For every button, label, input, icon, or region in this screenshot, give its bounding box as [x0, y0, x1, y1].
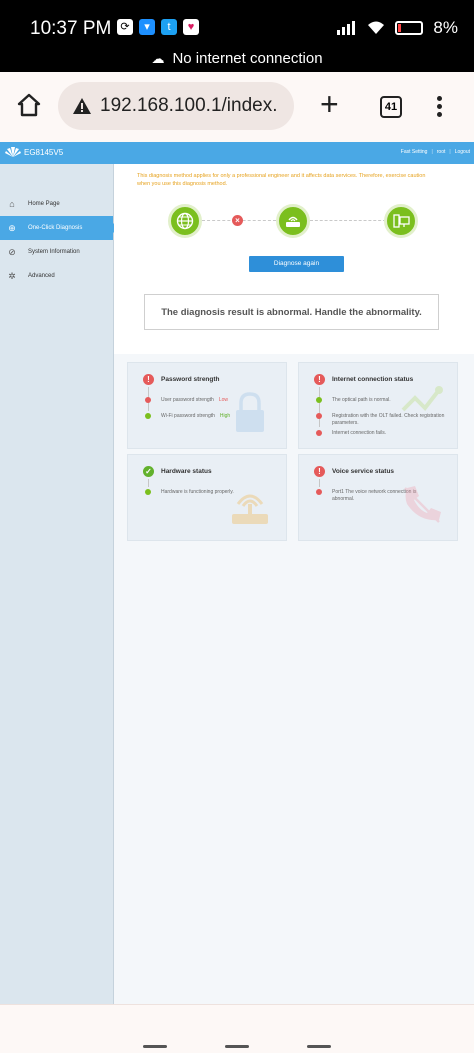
- sidebar-item-label: System Information: [28, 249, 80, 255]
- top-navigation: EG8145V5 Fast Setting | root | Logout: [0, 142, 474, 164]
- internet-connection-card: ! Internet connection status The optical…: [298, 362, 458, 449]
- connection-error-icon: ×: [232, 215, 243, 226]
- diagnose-again-button[interactable]: Diagnose again: [249, 256, 344, 272]
- sidebar-item-system-info[interactable]: ⊘ System Information: [0, 240, 113, 264]
- error-icon: !: [314, 374, 325, 385]
- error-icon: !: [314, 466, 325, 477]
- status-dot: [316, 489, 322, 495]
- home-button[interactable]: [225, 1045, 249, 1048]
- computer-icon: [384, 204, 418, 238]
- router-hardware-icon: [232, 494, 268, 524]
- new-tab-button[interactable]: +: [320, 88, 339, 120]
- diagnosis-panel: This diagnosis method applies for only a…: [114, 164, 474, 354]
- overflow-menu-icon[interactable]: [434, 96, 444, 120]
- router-page: EG8145V5 Fast Setting | root | Logout ⌂ …: [0, 142, 474, 1004]
- twitter-icon: t: [161, 19, 177, 35]
- status-row: Hardware is functioning properly.: [145, 489, 234, 495]
- check-icon: ✓: [143, 466, 154, 477]
- main-content: This diagnosis method applies for only a…: [114, 164, 474, 1004]
- battery-level: 8%: [433, 18, 458, 37]
- user-link[interactable]: root: [437, 149, 446, 155]
- phone-icon: [404, 486, 441, 523]
- header-links: Fast Setting | root | Logout: [401, 149, 470, 155]
- connection-path-icon: [401, 386, 443, 412]
- not-secure-warning-icon[interactable]: [72, 97, 92, 115]
- heart-icon: ♥: [183, 19, 199, 35]
- row-label: The optical path is normal.: [332, 397, 391, 403]
- huawei-logo: EG8145V5: [5, 147, 63, 157]
- huawei-logo-icon: [5, 147, 21, 157]
- no-internet-banner: ☁ No internet connection: [0, 50, 474, 67]
- recents-button[interactable]: [143, 1045, 167, 1048]
- warning-notice: This diagnosis method applies for only a…: [137, 173, 426, 187]
- sidebar-item-home[interactable]: ⌂ Home Page: [0, 192, 113, 216]
- sidebar-item-label: Advanced: [28, 273, 55, 279]
- home-icon: ⌂: [9, 199, 15, 209]
- fast-setting-link[interactable]: Fast Setting: [401, 149, 428, 155]
- device-model: EG8145V5: [24, 147, 64, 157]
- status-dot: [316, 397, 322, 403]
- error-icon: !: [143, 374, 154, 385]
- internet-globe-icon: [168, 204, 202, 238]
- sidebar-item-advanced[interactable]: ✲ Advanced: [0, 264, 113, 288]
- no-internet-text: No internet connection: [172, 50, 323, 67]
- hardware-status-card: ✓ Hardware status Hardware is functionin…: [127, 454, 287, 541]
- row-label: Hardware is functioning properly.: [161, 489, 234, 495]
- home-icon[interactable]: [16, 92, 42, 118]
- logout-link[interactable]: Logout: [455, 149, 470, 155]
- flow-line: [310, 220, 386, 221]
- status-row: Internet connection fails.: [316, 430, 446, 436]
- lock-icon: [236, 392, 264, 432]
- row-label: User password strength: [161, 397, 214, 403]
- browser-toolbar: 192.168.100.1/index. + 41: [0, 72, 474, 140]
- strength-value-low: Low: [218, 397, 228, 403]
- row-label: Internet connection fails.: [332, 430, 387, 436]
- notification-icons: ⟳ ▾ t ♥: [117, 19, 199, 35]
- cloud-off-icon: ☁: [151, 51, 165, 66]
- signal-icon: [337, 21, 356, 35]
- wifi-icon: [368, 21, 385, 34]
- status-row: Wi-Fi password strength High: [145, 413, 230, 419]
- card-title: Password strength: [161, 376, 220, 383]
- status-cards: ! Password strength User password streng…: [114, 354, 474, 1004]
- battery-icon: [395, 21, 424, 35]
- status-row: User password strength Low: [145, 397, 228, 403]
- system-indicators: 8%: [337, 18, 458, 38]
- tab-switcher-button[interactable]: 41: [380, 96, 402, 118]
- sidebar-item-label: Home Page: [28, 201, 60, 207]
- card-title: Voice service status: [332, 468, 395, 475]
- status-dot: [145, 397, 151, 403]
- app-notification-icon: ▾: [139, 19, 155, 35]
- status-time: 10:37 PM: [30, 18, 112, 39]
- url-text[interactable]: 192.168.100.1/index.: [100, 95, 278, 117]
- back-button[interactable]: [307, 1045, 331, 1048]
- diagnosis-icon: ⊕: [8, 222, 16, 233]
- sync-icon: ⟳: [117, 19, 133, 35]
- status-dot: [316, 430, 322, 436]
- sidebar-item-label: One-Click Diagnosis: [28, 225, 83, 231]
- timeline-line: [319, 479, 320, 487]
- row-label: Wi-Fi password strength: [161, 413, 215, 419]
- timeline-line: [148, 479, 149, 487]
- status-dot: [145, 413, 151, 419]
- status-dot: [145, 489, 151, 495]
- info-icon: ⊘: [8, 246, 16, 257]
- router-icon: [276, 204, 310, 238]
- link-separator: |: [449, 149, 451, 155]
- password-strength-card: ! Password strength User password streng…: [127, 362, 287, 449]
- gear-icon: ✲: [8, 270, 16, 281]
- status-dot: [316, 413, 322, 419]
- card-title: Hardware status: [161, 468, 212, 475]
- connection-flow: ×: [168, 204, 418, 238]
- voice-service-card: ! Voice service status Port1 The voice n…: [298, 454, 458, 541]
- system-nav-bar: [0, 1004, 474, 1053]
- diagnosis-result: The diagnosis result is abnormal. Handle…: [144, 294, 439, 330]
- link-separator: |: [431, 149, 433, 155]
- sidebar-item-diagnosis[interactable]: ⊕ One-Click Diagnosis: [0, 216, 118, 240]
- address-bar[interactable]: 192.168.100.1/index.: [58, 82, 294, 130]
- sidebar: ⌂ Home Page ⊕ One-Click Diagnosis ⊘ Syst…: [0, 164, 118, 1004]
- status-bar: 10:37 PM ⟳ ▾ t ♥ 8% ☁ No internet connect…: [0, 0, 474, 72]
